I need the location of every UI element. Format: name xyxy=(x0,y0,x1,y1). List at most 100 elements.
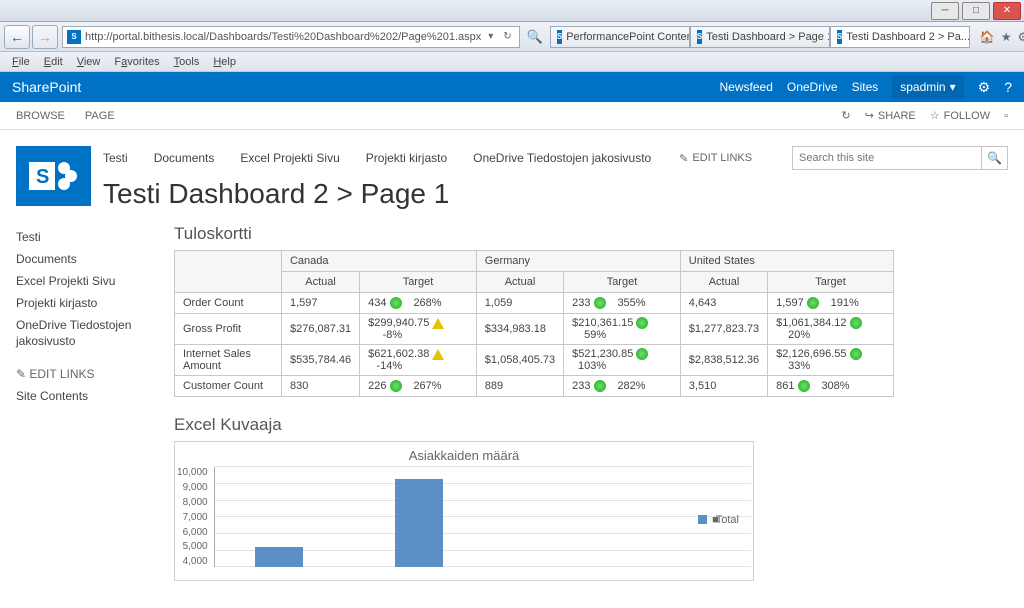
leftnav-site-contents[interactable]: Site Contents xyxy=(16,385,162,407)
target-cell: $521,230.85 103% xyxy=(564,345,681,376)
search-input[interactable] xyxy=(792,146,982,170)
status-ok-icon xyxy=(798,380,810,392)
user-name: spadmin xyxy=(900,80,945,94)
status-ok-icon xyxy=(850,317,862,329)
status-ok-icon xyxy=(390,380,402,392)
edit-links-button[interactable]: ✎ EDIT LINKS xyxy=(679,152,752,165)
menu-help[interactable]: Help xyxy=(207,54,242,70)
menu-favorites[interactable]: Favorites xyxy=(108,54,165,70)
status-ok-icon xyxy=(636,317,648,329)
left-navigation: Testi Documents Excel Projekti Sivu Proj… xyxy=(16,218,166,581)
country-header: United States xyxy=(680,251,893,272)
tab-favicon-icon: S xyxy=(697,30,702,44)
table-row: Customer Count830226 267%889233 282%3,51… xyxy=(175,376,894,397)
target-cell: 233 282% xyxy=(564,376,681,397)
global-nav-item[interactable]: Excel Projekti Sivu xyxy=(240,151,339,165)
legend-label: Total xyxy=(716,514,739,526)
browser-tab[interactable]: S Testi Dashboard > Page 1 xyxy=(690,26,830,48)
actual-cell: $2,838,512.36 xyxy=(680,345,767,376)
target-cell: $1,061,384.12 20% xyxy=(768,314,894,345)
suite-link-onedrive[interactable]: OneDrive xyxy=(787,80,838,94)
search-button[interactable]: 🔍 xyxy=(982,146,1008,170)
browser-forward-button[interactable]: → xyxy=(32,25,58,49)
table-subheader-row: ActualTarget ActualTarget ActualTarget xyxy=(175,272,894,293)
tab-favicon-icon: S xyxy=(837,30,842,44)
global-nav-item[interactable]: Documents xyxy=(154,151,215,165)
actual-cell: 3,510 xyxy=(680,376,767,397)
settings-icon[interactable]: ⚙ xyxy=(978,79,991,96)
leftnav-item[interactable]: OneDrive Tiedostojen jakosivusto xyxy=(16,314,162,353)
y-tick-label: 7,000 xyxy=(177,512,208,523)
table-header-row: Canada Germany United States xyxy=(175,251,894,272)
subcol-target: Target xyxy=(768,272,894,293)
site-logo[interactable]: S xyxy=(16,146,91,206)
global-nav-item[interactable]: Testi xyxy=(103,151,128,165)
chart-bar xyxy=(255,547,303,567)
actual-cell: 889 xyxy=(476,376,563,397)
share-button[interactable]: ↪ SHARE xyxy=(865,109,916,122)
sharepoint-brand[interactable]: SharePoint xyxy=(12,79,81,95)
leftnav-item[interactable]: Documents xyxy=(16,248,162,270)
help-icon[interactable]: ? xyxy=(1004,79,1012,95)
menu-file[interactable]: File xyxy=(6,54,36,70)
status-ok-icon xyxy=(390,297,402,309)
leftnav-item[interactable]: Excel Projekti Sivu xyxy=(16,270,162,292)
tools-icon[interactable]: ⚙ xyxy=(1018,30,1024,44)
window-close-button[interactable]: ✕ xyxy=(993,2,1021,20)
browser-toolbar: ← → S http://portal.bithesis.local/Dashb… xyxy=(0,22,1024,52)
window-minimize-button[interactable]: ─ xyxy=(931,2,959,20)
table-row: Internet Sales Amount$535,784.46$621,602… xyxy=(175,345,894,376)
edit-links-label: EDIT LINKS xyxy=(692,152,752,164)
tab-favicon-icon: S xyxy=(557,30,562,44)
ribbon-tab-page[interactable]: PAGE xyxy=(85,110,115,122)
y-tick-label: 10,000 xyxy=(177,467,208,478)
favicon-icon: S xyxy=(67,30,81,44)
browser-tab-active[interactable]: STesti Dashboard 2 > Pa...✕ xyxy=(830,26,970,48)
window-maximize-button[interactable]: □ xyxy=(962,2,990,20)
suite-link-sites[interactable]: Sites xyxy=(852,80,879,94)
global-nav-item[interactable]: OneDrive Tiedostojen jakosivusto xyxy=(473,151,651,165)
leftnav-edit-links[interactable]: ✎ EDIT LINKS xyxy=(16,363,162,385)
dropdown-icon[interactable]: ▾ xyxy=(485,31,496,42)
home-icon[interactable]: 🏠 xyxy=(980,30,995,44)
focus-icon[interactable]: ▫ xyxy=(1004,110,1008,122)
svg-text:S: S xyxy=(36,166,49,188)
refresh-icon[interactable]: ↻ xyxy=(500,31,514,42)
chart-container: Asiakkaiden määrä 10,0009,0008,0007,0006… xyxy=(174,441,754,581)
subcol-actual: Actual xyxy=(476,272,563,293)
subcol-target: Target xyxy=(360,272,477,293)
scorecard-table: Canada Germany United States ActualTarge… xyxy=(174,250,894,397)
legend-swatch-icon xyxy=(698,515,707,524)
leftnav-item[interactable]: Projekti kirjasto xyxy=(16,292,162,314)
follow-button[interactable]: ☆ FOLLOW xyxy=(930,109,990,122)
status-ok-icon xyxy=(594,380,606,392)
browser-back-button[interactable]: ← xyxy=(4,25,30,49)
address-bar[interactable]: S http://portal.bithesis.local/Dashboard… xyxy=(62,26,520,48)
actual-cell: $1,277,823.73 xyxy=(680,314,767,345)
target-cell: 861 308% xyxy=(768,376,894,397)
actual-cell: $535,784.46 xyxy=(281,345,359,376)
table-row: Gross Profit$276,087.31$299,940.75 -8%$3… xyxy=(175,314,894,345)
sync-icon[interactable]: ↻ xyxy=(841,109,850,122)
window-titlebar: ─ □ ✕ xyxy=(0,0,1024,22)
menu-tools[interactable]: Tools xyxy=(168,54,206,70)
tab-label: Testi Dashboard > Page 1 xyxy=(706,31,830,43)
tab-label: PerformancePoint Conten... xyxy=(566,31,690,43)
chart-y-axis: 10,0009,0008,0007,0006,0005,0004,000 xyxy=(177,467,214,567)
row-label: Gross Profit xyxy=(175,314,282,345)
search-icon[interactable]: 🔍 xyxy=(524,29,546,45)
share-label: SHARE xyxy=(878,110,916,122)
y-tick-label: 4,000 xyxy=(177,556,208,567)
suite-link-newsfeed[interactable]: Newsfeed xyxy=(720,80,773,94)
menu-view[interactable]: View xyxy=(71,54,107,70)
menu-edit[interactable]: Edit xyxy=(38,54,69,70)
row-label: Internet Sales Amount xyxy=(175,345,282,376)
user-menu[interactable]: spadmin ▾ xyxy=(892,75,963,99)
favorites-icon[interactable]: ★ xyxy=(1001,30,1012,44)
leftnav-item[interactable]: Testi xyxy=(16,226,162,248)
chart-bar xyxy=(395,479,443,567)
ribbon-tab-browse[interactable]: BROWSE xyxy=(16,110,65,122)
row-label: Order Count xyxy=(175,293,282,314)
browser-tab[interactable]: S PerformancePoint Conten... xyxy=(550,26,690,48)
global-nav-item[interactable]: Projekti kirjasto xyxy=(366,151,447,165)
